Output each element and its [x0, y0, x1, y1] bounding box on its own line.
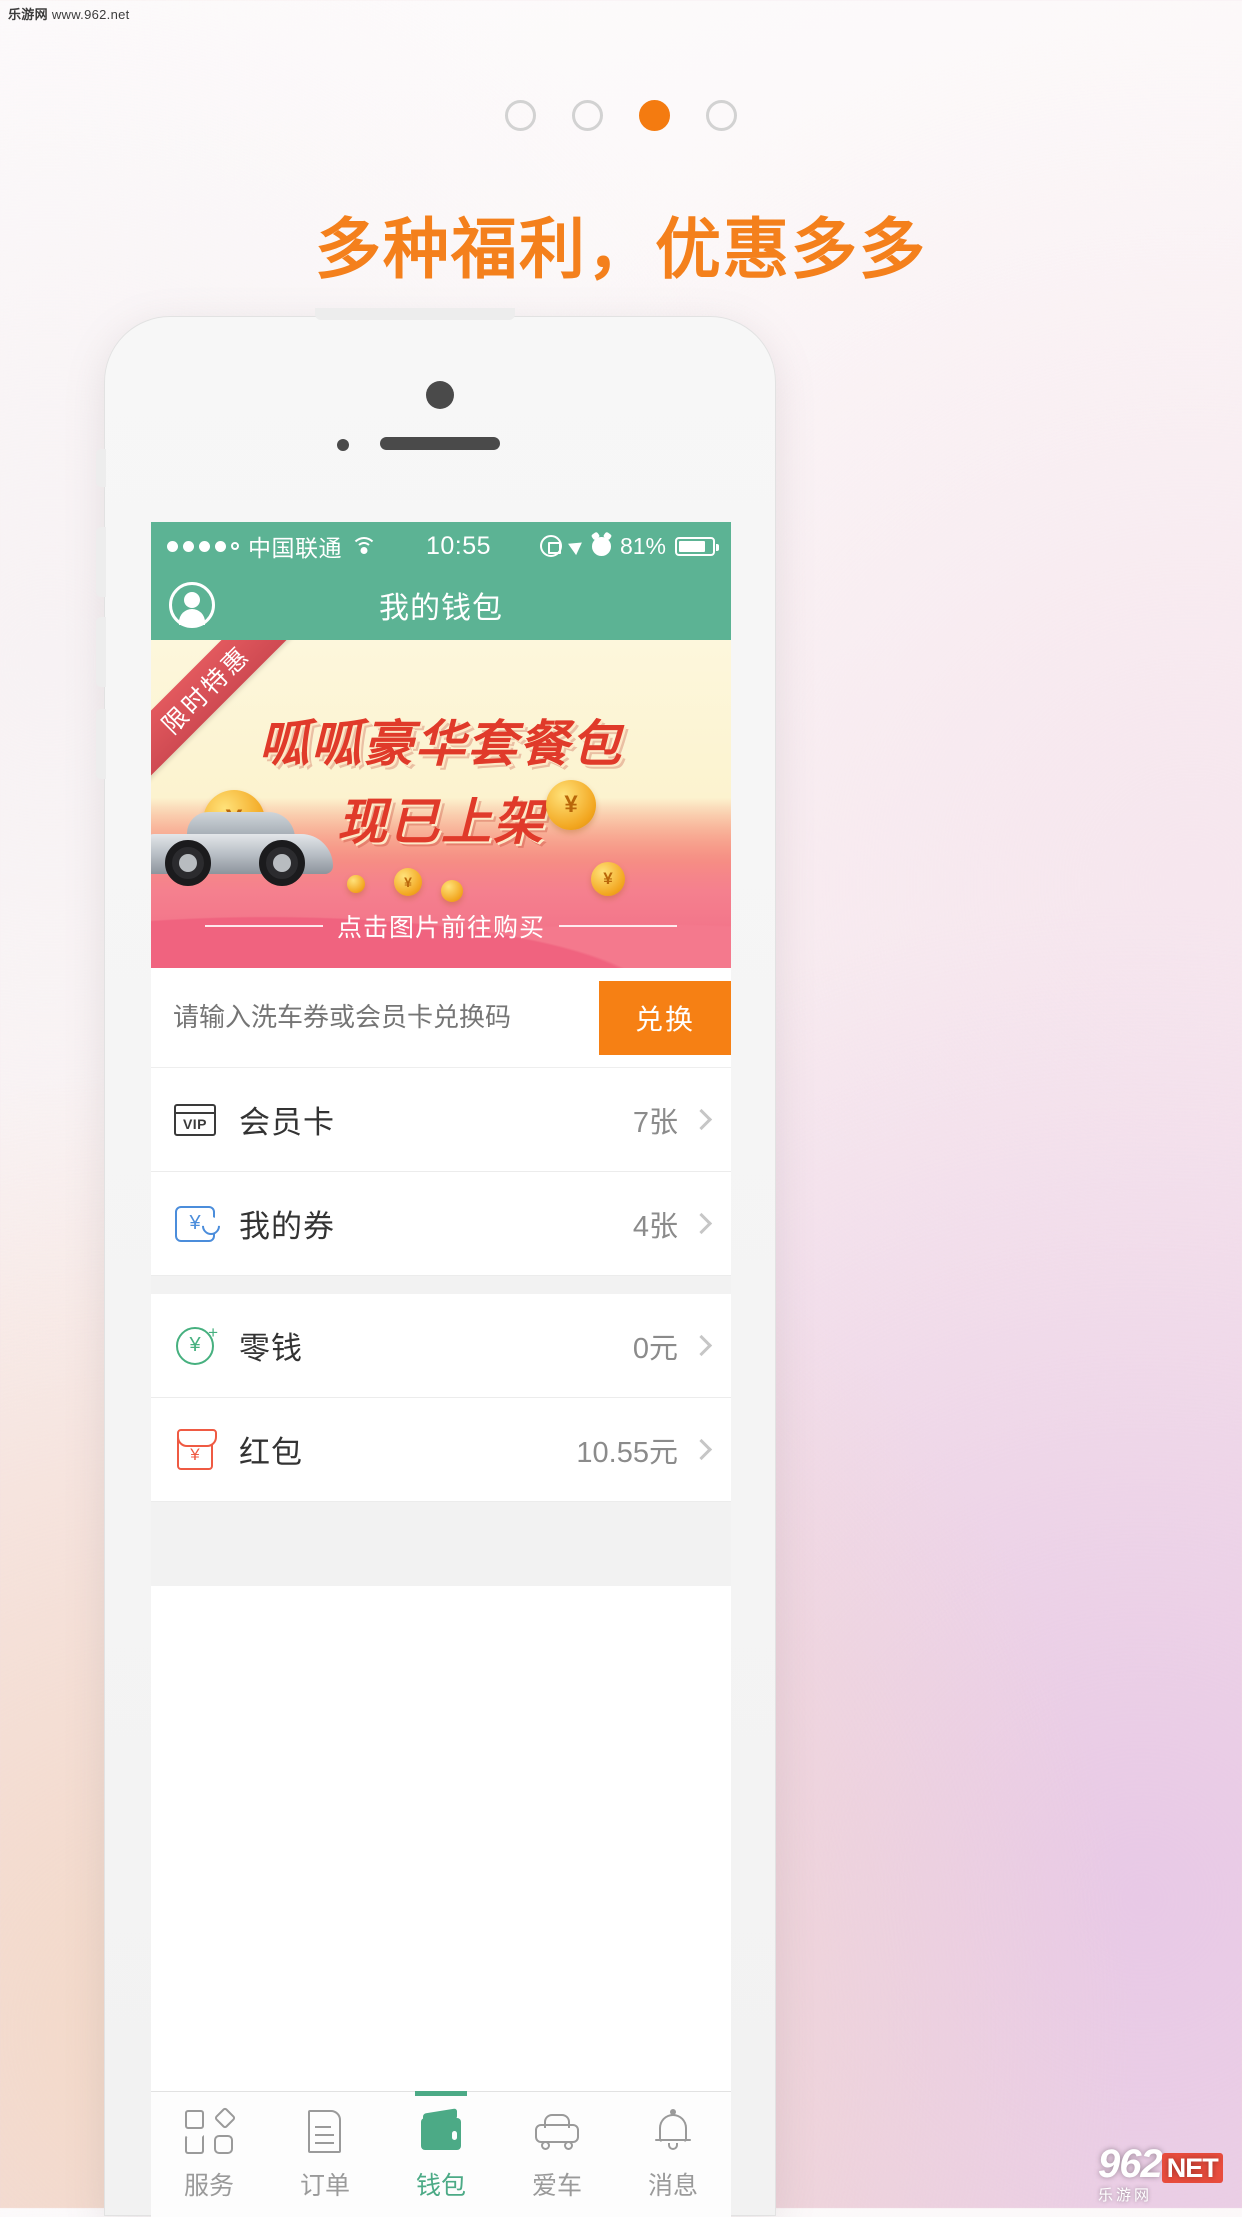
- banner-cta-text: 点击图片前往购买: [336, 914, 545, 942]
- phone-mockup: 中国联通 10:55 81% 我的钱包 限时特惠 呱呱豪华套餐包 现已上架 ¥ …: [96, 308, 776, 2217]
- coin-icon: [441, 880, 463, 902]
- exchange-code-row: 兑换: [151, 968, 731, 1068]
- carrier-name: 中国联通: [248, 535, 342, 561]
- phone-sensor: [337, 439, 349, 451]
- list-item-label: 零钱: [239, 1331, 303, 1366]
- phone-side-button: [96, 709, 106, 779]
- signal-strength-icon: [167, 540, 239, 552]
- watermark-962-number: 962: [1098, 2142, 1163, 2186]
- watermark-net-badge: NET: [1161, 2153, 1223, 2183]
- promo-banner[interactable]: 限时特惠 呱呱豪华套餐包 现已上架 ¥ ¥ ¥ ¥ 点击图片前往购买: [151, 640, 731, 968]
- carousel-pager: [0, 100, 1242, 131]
- pager-dot-2[interactable]: [572, 100, 603, 131]
- page-title: 我的钱包: [379, 592, 503, 625]
- tab-wallet[interactable]: 钱包: [383, 2091, 499, 2217]
- chevron-right-icon: [690, 1334, 713, 1357]
- list-item-value: 7张: [632, 1106, 678, 1139]
- pager-dot-3[interactable]: [639, 100, 670, 131]
- cta-line-left: [204, 925, 323, 927]
- tab-label: 爱车: [531, 2171, 582, 2200]
- tab-label: 订单: [299, 2171, 350, 2200]
- tab-messages[interactable]: 消息: [615, 2092, 731, 2217]
- coin-icon: ¥: [591, 862, 625, 896]
- watermark-site-name: 乐游网: [8, 7, 48, 22]
- watermark-bottom-right: 962 NET 乐游网: [1098, 2144, 1226, 2204]
- banner-title-line1: 呱呱豪华套餐包: [259, 715, 623, 773]
- watermark-962-logo: 962 NET: [1098, 2144, 1226, 2188]
- exchange-button[interactable]: 兑换: [599, 980, 731, 1055]
- bottom-tab-bar: 服务 订单 钱包 爱车 消息: [151, 2091, 731, 2217]
- status-bar-right: 81%: [539, 532, 719, 560]
- wifi-icon: [351, 537, 377, 555]
- tab-label: 服务: [183, 2171, 234, 2200]
- list-item-value: 10.55元: [576, 1436, 678, 1469]
- content-filler: [151, 1502, 731, 1586]
- rotation-lock-icon: [539, 535, 562, 557]
- exchange-code-input[interactable]: [173, 1002, 599, 1033]
- app-navbar: 我的钱包: [151, 570, 731, 640]
- phone-top-notch: [315, 308, 515, 320]
- chevron-right-icon: [690, 1212, 713, 1235]
- car-illustration: [151, 812, 333, 890]
- list-item-label: 我的券: [239, 1209, 335, 1244]
- vip-card-icon: VIP: [173, 1098, 217, 1142]
- coin-plus-icon: ¥: [173, 1323, 218, 1368]
- list-item-membership-card[interactable]: VIP 会员卡 7张: [151, 1068, 731, 1172]
- list-item-change[interactable]: ¥ 零钱 0元: [151, 1294, 731, 1398]
- service-grid-icon: [184, 2106, 237, 2156]
- phone-earpiece: [380, 437, 500, 450]
- phone-front-camera: [426, 381, 454, 409]
- red-packet-icon: ¥: [173, 1428, 217, 1472]
- bell-icon: [648, 2108, 698, 2156]
- alarm-clock-icon: [591, 536, 611, 556]
- phone-volume-up-button: [96, 527, 106, 597]
- tab-orders[interactable]: 订单: [267, 2092, 383, 2217]
- chevron-right-icon: [690, 1438, 713, 1461]
- battery-percent: 81%: [619, 532, 666, 559]
- banner-cta[interactable]: 点击图片前往购买: [151, 908, 731, 944]
- list-item-my-coupons[interactable]: ¥ 我的券 4张: [151, 1172, 731, 1276]
- watermark-site-url: www.962.net: [51, 7, 130, 22]
- location-arrow-icon: [568, 536, 586, 556]
- status-bar: 中国联通 10:55 81%: [151, 522, 731, 570]
- tab-label: 消息: [647, 2171, 698, 2200]
- coupon-ticket-icon: ¥: [173, 1202, 217, 1246]
- coin-icon: ¥: [546, 780, 596, 830]
- status-bar-time: 10:55: [425, 531, 491, 560]
- list-item-label: 会员卡: [239, 1105, 335, 1140]
- tab-service[interactable]: 服务: [151, 2092, 267, 2217]
- wallet-icon: [416, 2107, 466, 2156]
- status-bar-left: 中国联通: [167, 529, 377, 563]
- list-item-value: 0元: [632, 1332, 678, 1365]
- pager-dot-1[interactable]: [505, 100, 536, 131]
- promo-headline: 多种福利，优惠多多: [315, 211, 927, 288]
- chevron-right-icon: [690, 1108, 713, 1131]
- coin-icon: ¥: [394, 868, 422, 896]
- tab-label: 钱包: [415, 2171, 466, 2200]
- list-item-red-packet[interactable]: ¥ 红包 10.55元: [151, 1398, 731, 1502]
- car-icon: [532, 2108, 582, 2156]
- section-divider: [151, 1276, 731, 1294]
- pager-dot-4[interactable]: [706, 100, 737, 131]
- battery-icon: [675, 536, 719, 556]
- list-item-label: 红包: [239, 1435, 303, 1470]
- order-document-icon: [300, 2108, 350, 2156]
- phone-volume-down-button: [96, 617, 106, 687]
- phone-silent-switch: [96, 449, 106, 487]
- coin-icon: [347, 875, 365, 893]
- cta-line-right: [559, 925, 677, 927]
- phone-screen: 中国联通 10:55 81% 我的钱包 限时特惠 呱呱豪华套餐包 现已上架 ¥ …: [151, 522, 731, 2217]
- tab-my-car[interactable]: 爱车: [499, 2092, 615, 2217]
- watermark-top-left: 乐游网 www.962.net: [8, 4, 130, 23]
- list-item-value: 4张: [632, 1210, 678, 1243]
